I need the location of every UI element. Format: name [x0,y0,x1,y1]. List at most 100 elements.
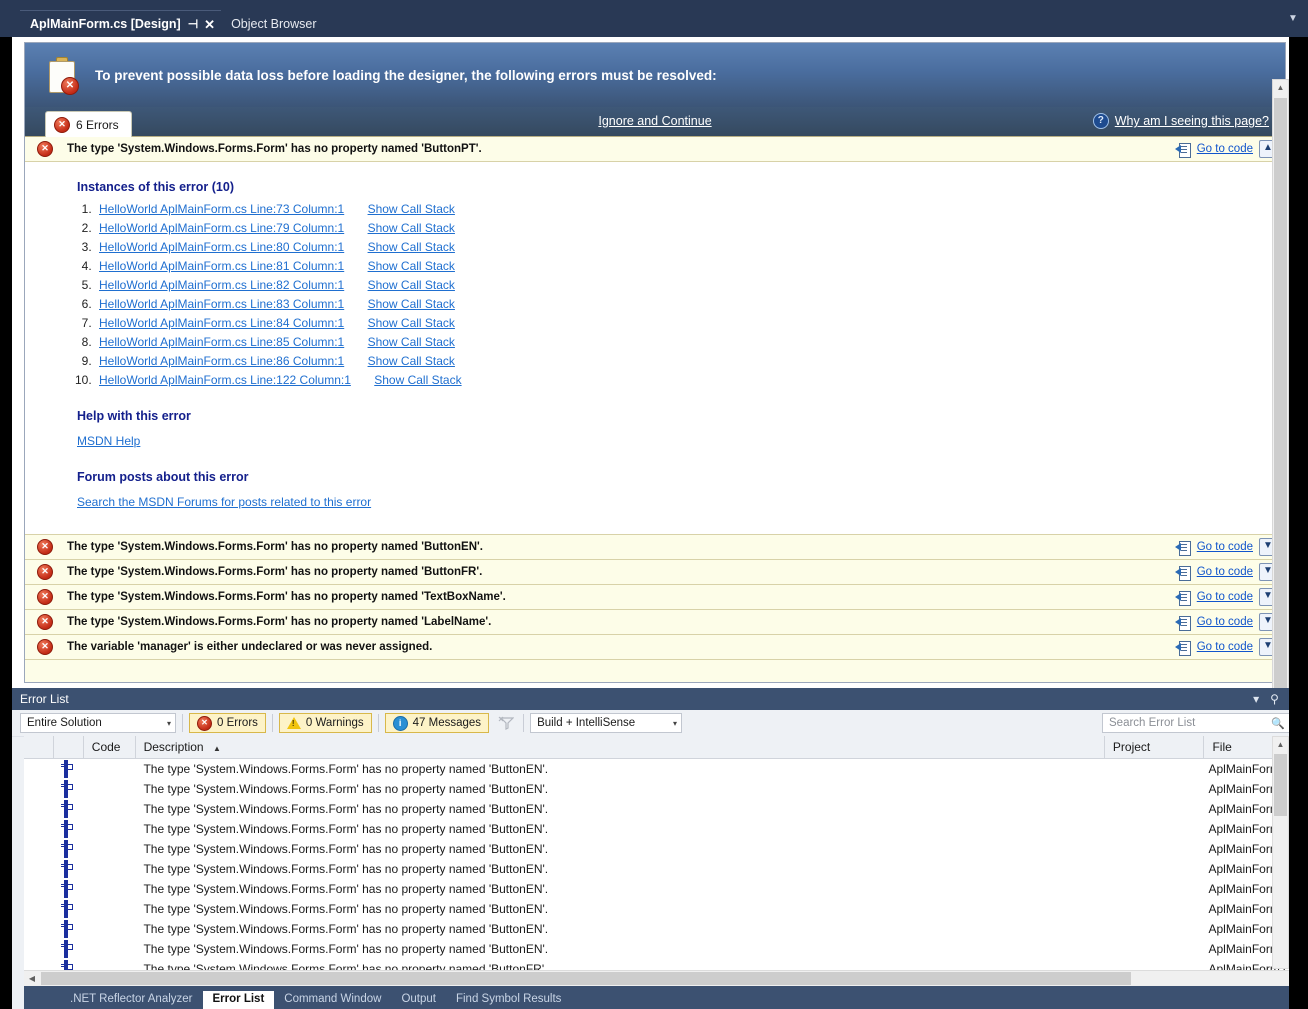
go-to-code-link[interactable]: Go to code [1197,143,1253,155]
show-call-stack-link[interactable]: Show Call Stack [368,202,455,216]
show-call-stack-link[interactable]: Show Call Stack [368,278,455,292]
chevron-down-icon[interactable]: ▼ [1286,13,1300,25]
error-row-expanded-header[interactable]: ✕ The type 'System.Windows.Forms.Form' h… [25,137,1285,162]
go-to-code-link[interactable]: Go to code [1197,541,1253,553]
table-row[interactable]: The type 'System.Windows.Forms.Form' has… [24,799,1308,819]
errors-filter-toggle[interactable]: ✕ 0 Errors [189,713,266,733]
tab-aplmainform-design[interactable]: AplMainForm.cs [Design] ⊣ ✕ [20,10,222,37]
go-to-code-link[interactable]: Go to code [1197,591,1253,603]
tab-find-symbol-results[interactable]: Find Symbol Results [446,991,571,1009]
tab-object-browser[interactable]: Object Browser [221,11,322,37]
table-row[interactable]: The type 'System.Windows.Forms.Form' has… [24,859,1308,879]
instance-location-link[interactable]: HelloWorld AplMainForm.cs Line:122 Colum… [99,373,351,387]
instance-location-link[interactable]: HelloWorld AplMainForm.cs Line:81 Column… [99,259,344,273]
error-row-collapsed[interactable]: ✕ The type 'System.Windows.Forms.Form' h… [25,535,1285,560]
build-filter-dropdown[interactable]: Build + IntelliSense ▾ [530,713,683,733]
instance-location-link[interactable]: HelloWorld AplMainForm.cs Line:79 Column… [99,221,344,235]
show-call-stack-link[interactable]: Show Call Stack [368,335,455,349]
column-header-project[interactable]: Project [1105,736,1205,758]
why-am-i-seeing-this-page-link[interactable]: ? Why am I seeing this page? [1092,113,1269,129]
error-row-collapsed[interactable]: ✕ The type 'System.Windows.Forms.Form' h… [25,610,1285,635]
table-row[interactable]: The type 'System.Windows.Forms.Form' has… [24,819,1308,839]
msdn-help-link[interactable]: MSDN Help [77,434,140,448]
scroll-up-arrow-icon[interactable]: ▲ [1273,737,1288,753]
table-row[interactable]: The type 'System.Windows.Forms.Form' has… [24,919,1308,939]
search-icon[interactable]: 🔍 [1271,717,1285,730]
go-to-code-link[interactable]: Go to code [1197,616,1253,628]
row-description: The type 'System.Windows.Forms.Form' has… [143,862,549,876]
tab-command-window[interactable]: Command Window [274,991,391,1009]
column-header-description[interactable]: Description ▲ [136,736,1105,758]
row-severity [54,799,84,819]
instance-location-link[interactable]: HelloWorld AplMainForm.cs Line:86 Column… [99,354,344,368]
show-call-stack-link[interactable]: Show Call Stack [368,259,455,273]
message-icon [63,820,68,838]
tab-error-list[interactable]: Error List [202,991,275,1009]
error-row-collapsed[interactable]: ✕ The type 'System.Windows.Forms.Form' h… [25,585,1285,610]
show-call-stack-link[interactable]: Show Call Stack [368,316,455,330]
list-item: HelloWorld AplMainForm.cs Line:85 Column… [95,335,1285,349]
designer-banner-toolbar: ✕ 6 Errors Ignore and Continue ? Why am … [25,107,1285,137]
warnings-filter-toggle[interactable]: 0 Warnings [278,713,372,733]
messages-filter-toggle[interactable]: i 47 Messages [384,713,490,733]
pin-icon[interactable]: ⊣ [188,18,198,30]
column-header-code[interactable]: Code [84,736,136,758]
table-row[interactable]: The type 'System.Windows.Forms.Form' has… [24,879,1308,899]
table-row[interactable]: The type 'System.Windows.Forms.Form' has… [24,839,1308,859]
scroll-left-arrow-icon[interactable]: ◀ [24,971,40,986]
go-to-code-link[interactable]: Go to code [1197,641,1253,653]
row-gutter [24,879,54,899]
error-list-vertical-scrollbar[interactable]: ▲ [1272,736,1289,969]
instance-location-link[interactable]: HelloWorld AplMainForm.cs Line:85 Column… [99,335,344,349]
go-to-code-icon[interactable] [1174,640,1191,656]
tab-net-reflector-analyzer[interactable]: .NET Reflector Analyzer [60,991,203,1009]
scrollbar-thumb[interactable] [41,972,1131,985]
instance-location-link[interactable]: HelloWorld AplMainForm.cs Line:82 Column… [99,278,344,292]
error-message: The variable 'manager' is either undecla… [67,641,433,653]
scroll-up-arrow-icon[interactable]: ▲ [1273,80,1288,97]
error-row-collapsed[interactable]: ✕ The type 'System.Windows.Forms.Form' h… [25,560,1285,585]
go-to-code-link[interactable]: Go to code [1197,566,1253,578]
scrollbar-thumb[interactable] [1274,98,1287,698]
search-input[interactable]: Search Error List [1109,717,1271,729]
tab-output[interactable]: Output [391,991,446,1009]
tool-window-tab-strip: .NET Reflector Analyzer Error List Comma… [24,986,1308,1009]
instance-location-link[interactable]: HelloWorld AplMainForm.cs Line:83 Column… [99,297,344,311]
toolbar-separator [182,714,183,732]
chevron-down-icon: ▾ [673,718,678,728]
row-actions: Go to code ▼ [1174,588,1277,606]
show-call-stack-link[interactable]: Show Call Stack [368,221,455,235]
instance-location-link[interactable]: HelloWorld AplMainForm.cs Line:84 Column… [99,316,344,330]
go-to-code-icon[interactable] [1174,590,1191,606]
chevron-down-icon[interactable]: ▾ [1253,692,1259,706]
show-call-stack-link[interactable]: Show Call Stack [368,354,455,368]
warnings-filter-label: 0 Warnings [305,717,364,729]
table-row[interactable]: The type 'System.Windows.Forms.Form' has… [24,939,1308,959]
scope-filter-dropdown[interactable]: Entire Solution ▾ [20,713,176,733]
search-error-list-box[interactable]: Search Error List 🔍 ▾ [1102,713,1298,733]
row-actions: Go to code ▼ [1174,638,1277,656]
go-to-code-icon[interactable] [1174,142,1191,158]
error-list-horizontal-scrollbar[interactable]: ◀ [24,970,1289,986]
msdn-forum-search-link[interactable]: Search the MSDN Forums for posts related… [77,495,371,509]
designer-vertical-scrollbar[interactable]: ▲ [1272,79,1289,720]
show-call-stack-link[interactable]: Show Call Stack [374,373,461,387]
row-gutter [24,919,54,939]
go-to-code-icon[interactable] [1174,540,1191,556]
show-call-stack-link[interactable]: Show Call Stack [368,297,455,311]
instance-location-link[interactable]: HelloWorld AplMainForm.cs Line:80 Column… [99,240,344,254]
table-row[interactable]: The type 'System.Windows.Forms.Form' has… [24,899,1308,919]
show-call-stack-link[interactable]: Show Call Stack [368,240,455,254]
scrollbar-thumb[interactable] [1274,754,1287,816]
go-to-code-icon[interactable] [1174,565,1191,581]
go-to-code-icon[interactable] [1174,615,1191,631]
window-edge-filler [1289,37,1308,725]
instance-location-link[interactable]: HelloWorld AplMainForm.cs Line:73 Column… [99,202,344,216]
table-row[interactable]: The type 'System.Windows.Forms.Form' has… [24,779,1308,799]
table-row[interactable]: The type 'System.Windows.Forms.Form' has… [24,759,1308,779]
error-row-collapsed[interactable]: ✕ The variable 'manager' is either undec… [25,635,1285,660]
pin-icon[interactable]: ⚲ [1270,692,1279,706]
close-icon[interactable]: ✕ [204,18,215,31]
row-code [84,899,136,919]
chevron-down-icon: ▾ [166,718,171,728]
